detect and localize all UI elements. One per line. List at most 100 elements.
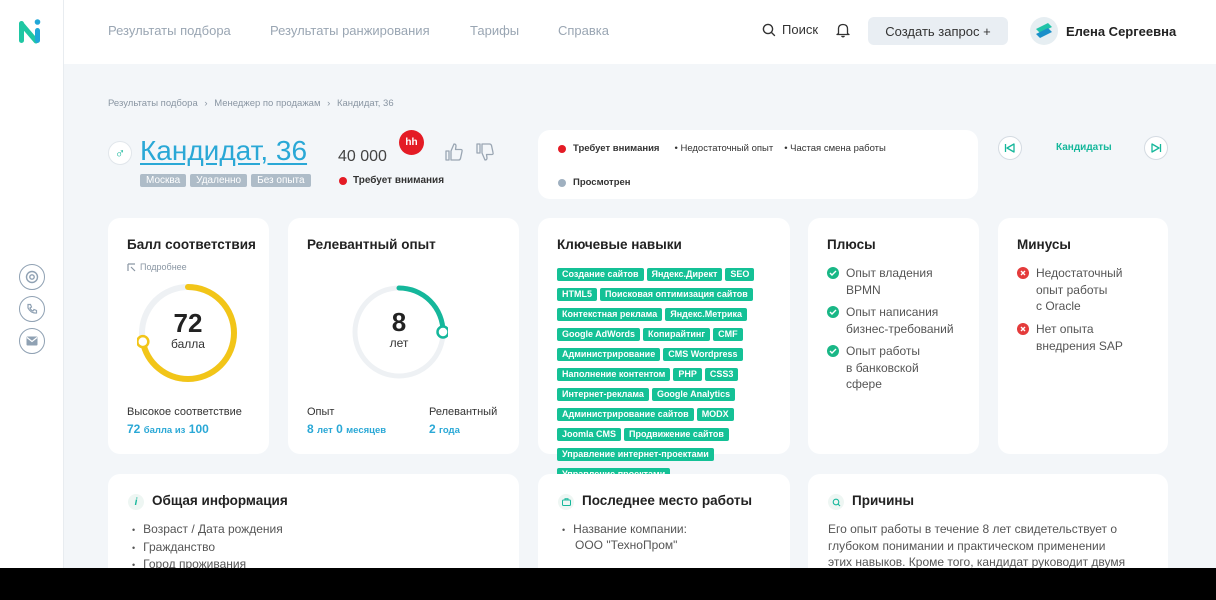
tag-city: Москва [140,174,187,187]
exp-total: 8 лет 0 месяцев [307,422,387,436]
skill-tag[interactable]: Google AdWords [557,328,640,341]
viewed-label: Просмотрен [573,177,631,188]
magnifier-icon [828,494,844,510]
experience-unit: лет [389,336,409,350]
skill-tag[interactable]: Создание сайтов [557,268,644,281]
skill-tag[interactable]: Администрирование сайтов [557,408,694,421]
exp-label: Опыт [307,406,335,418]
skill-tag[interactable]: Управление интернет-проектами [557,448,714,461]
score-level: Высокое соответствие [127,406,242,418]
breadcrumb-item[interactable]: Результаты подбора [108,98,198,109]
skills-title: Ключевые навыки [557,237,682,252]
viewed-row: Просмотрен [558,177,631,188]
skill-tag[interactable]: Администрирование [557,348,661,361]
avatar[interactable] [1030,17,1058,45]
search-label: Поиск [782,22,819,37]
thumb-down-icon[interactable] [474,141,496,163]
hh-badge[interactable]: hh [399,130,424,155]
status-text: Требует внимания [353,175,445,186]
score-card: Балл соответствия Подробнее 72 балла Выс… [108,218,269,454]
skills-card: Ключевые навыки Создание сайтов Яндекс.Ди… [538,218,790,481]
skill-tag[interactable]: Продвижение сайтов [624,428,729,441]
skill-tag[interactable]: Наполнение контентом [557,368,671,381]
create-request-button[interactable]: Создать запрос + [868,17,1008,45]
pros-card: Плюсы Опыт владения BPMN Опыт написания би… [808,218,979,454]
status-card: Требует внимания • Недостаточный опыт • … [538,130,978,199]
mail-icon[interactable] [19,328,45,354]
skill-tag[interactable]: Контекстная реклама [557,308,663,321]
candidate-name[interactable]: Кандидат, 36 [140,135,307,167]
skill-tag[interactable]: Яндекс.Метрика [665,308,748,321]
list-item: Возраст / Дата рождения [132,521,283,539]
male-icon: ♂ [108,141,132,165]
cross-icon [1017,267,1029,279]
nav-tariffs[interactable]: Тарифы [470,23,519,38]
nav-help[interactable]: Справка [558,23,609,38]
rel-total: 2 года [429,422,460,436]
skill-tag[interactable]: SEO [725,268,755,281]
cross-icon [1017,323,1029,335]
reasons-title: Причины [852,493,915,508]
skill-tag[interactable]: MODX [696,408,734,421]
reasons-card: Причины Его опыт работы в течение 8 лет … [808,474,1168,568]
reason-item: Недостаточный опыт [680,143,774,154]
candidates-link[interactable]: Кандидаты [1056,142,1112,153]
skill-tag[interactable]: Яндекс.Директ [646,268,723,281]
skills-list: Создание сайтов Яндекс.Директ SEO HTML5 Поис… [557,264,783,484]
hand-pointer-icon [127,262,136,271]
attention-row: Требует внимания • Недостаточный опыт • … [558,143,886,154]
phone-icon[interactable] [19,296,45,322]
company-label: Название компании: [562,521,687,539]
score-summary: 72 балла из 100 [127,422,209,436]
experience-value: 8 [391,307,407,337]
company-name: ООО "ТехноПром" [575,538,678,552]
list-item: Город проживания [132,556,283,568]
bell-icon[interactable] [836,22,850,38]
last-job-list: Название компании: [562,521,687,539]
search-button[interactable]: Поиск [762,22,818,37]
skill-tag[interactable]: PHP [673,368,702,381]
skill-tag[interactable]: CMF [713,328,743,341]
cons-card: Минусы Недостаточный опыт работы с Oracle … [998,218,1168,454]
skill-tag[interactable]: Поисковая оптимизация сайтов [600,288,753,301]
list-item: Гражданство [132,539,283,557]
nav-ranking-results[interactable]: Результаты ранжирования [270,23,430,38]
skill-tag[interactable]: CMS Wordpress [663,348,743,361]
candidate-tags: Москва Удаленно Без опыта [140,174,311,187]
grey-dot-icon [558,178,566,187]
breadcrumb-item[interactable]: Менеджер по продажам [214,98,320,109]
skill-tag[interactable]: Google Analytics [651,388,736,401]
more-link[interactable]: Подробнее [127,262,187,272]
experience-title: Релевантный опыт [307,237,436,252]
attention-label: Требует внимания [573,143,660,154]
user-name[interactable]: Елена Сергеевна [1066,24,1176,39]
breadcrumb: Результаты подбора › Менеджер по продажа… [108,98,394,109]
skill-tag[interactable]: HTML5 [557,288,597,301]
nav-selection-results[interactable]: Результаты подбора [108,23,231,38]
support-icon[interactable] [19,264,45,290]
next-candidate-button[interactable] [1144,136,1168,160]
skill-tag[interactable]: CSS3 [704,368,739,381]
last-job-title: Последнее место работы [582,493,753,508]
check-icon [827,267,839,279]
red-dot-icon [558,144,566,153]
next-icon [1151,143,1162,153]
prev-candidate-button[interactable] [998,136,1022,160]
app-window: Результаты подбора Результаты ранжирован… [0,0,1216,568]
skill-tag[interactable]: Joomla CMS [557,428,622,441]
thumb-up-icon[interactable] [443,141,465,163]
breadcrumb-current: Кандидат, 36 [336,98,394,109]
skill-tag[interactable]: Интернет-реклама [557,388,649,401]
prev-icon [1004,143,1015,153]
check-icon [827,306,839,318]
search-icon [762,23,776,36]
score-unit: балла [171,337,205,351]
logo-icon[interactable] [16,16,46,46]
pros-item: Опыт работы в банковской сфере [827,343,920,393]
briefcase-icon [558,494,574,510]
reasons-text: Его опыт работы в течение 8 лет свидетел… [828,522,1126,568]
status-badge: Требует внимания [339,175,444,186]
pros-item: Опыт написания бизнес-требований [827,304,954,337]
score-value: 72 [173,308,203,338]
skill-tag[interactable]: Копирайтинг [643,328,711,341]
